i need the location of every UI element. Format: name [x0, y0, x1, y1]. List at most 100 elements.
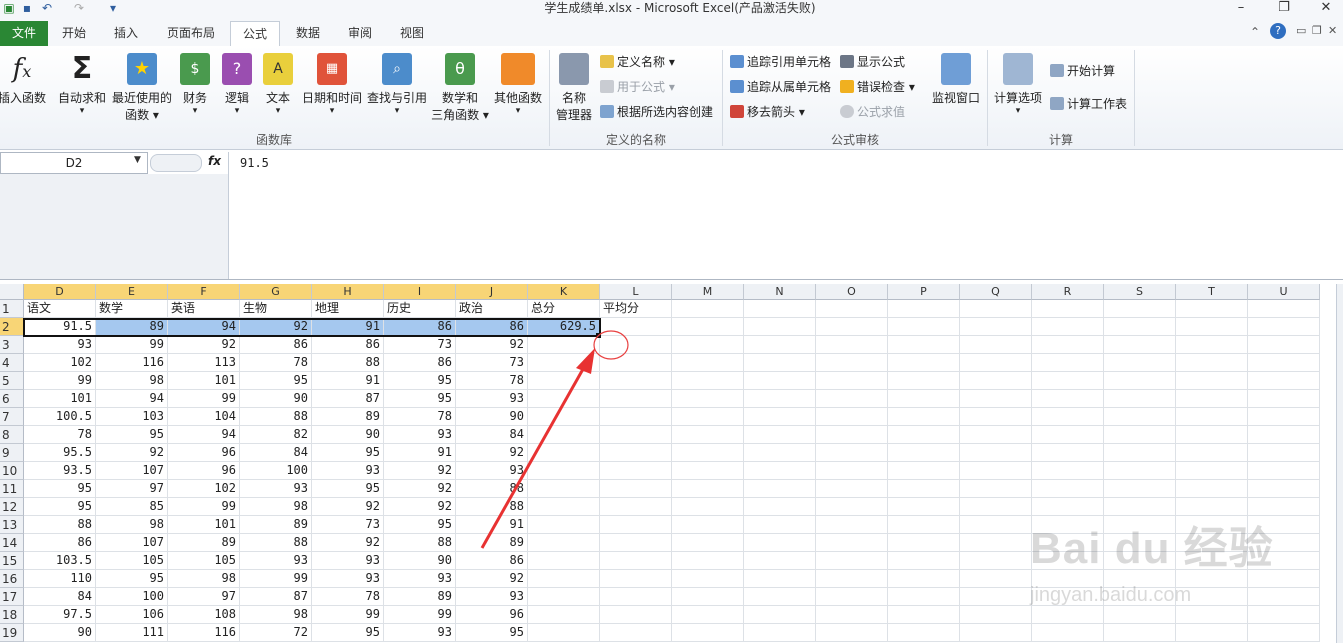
- data-cell[interactable]: [1104, 426, 1176, 444]
- data-cell[interactable]: [672, 588, 744, 606]
- data-cell[interactable]: 92: [456, 336, 528, 354]
- data-cell[interactable]: [960, 408, 1032, 426]
- row-header-6[interactable]: 6: [0, 390, 24, 408]
- data-cell[interactable]: [888, 516, 960, 534]
- data-cell[interactable]: 95: [384, 390, 456, 408]
- data-cell[interactable]: [1248, 534, 1320, 552]
- data-cell[interactable]: 98: [96, 372, 168, 390]
- data-cell[interactable]: [744, 552, 816, 570]
- data-cell[interactable]: [960, 354, 1032, 372]
- data-cell[interactable]: 99: [168, 498, 240, 516]
- data-cell[interactable]: [528, 624, 600, 642]
- data-cell[interactable]: [888, 444, 960, 462]
- data-cell[interactable]: 113: [168, 354, 240, 372]
- column-header-r[interactable]: R: [1032, 284, 1104, 300]
- data-cell[interactable]: 97.5: [24, 606, 96, 624]
- minimize-button[interactable]: –: [1227, 0, 1255, 18]
- data-cell[interactable]: 78: [240, 354, 312, 372]
- data-cell[interactable]: [672, 354, 744, 372]
- column-header-l[interactable]: L: [600, 284, 672, 300]
- data-cell[interactable]: [816, 516, 888, 534]
- calculate-now-button[interactable]: 开始计算: [1050, 63, 1115, 79]
- redo-icon[interactable]: ↷: [72, 1, 86, 15]
- data-cell[interactable]: [1248, 480, 1320, 498]
- data-cell[interactable]: [600, 444, 672, 462]
- data-cell[interactable]: 99: [96, 336, 168, 354]
- data-cell[interactable]: 97: [168, 588, 240, 606]
- data-cell[interactable]: [888, 372, 960, 390]
- data-cell[interactable]: [960, 372, 1032, 390]
- data-cell[interactable]: 96: [456, 606, 528, 624]
- data-cell[interactable]: 89: [456, 534, 528, 552]
- data-cell[interactable]: 95: [24, 480, 96, 498]
- data-cell[interactable]: 104: [168, 408, 240, 426]
- data-cell[interactable]: 86: [24, 534, 96, 552]
- workbook-minimize-icon[interactable]: ▭: [1296, 24, 1306, 37]
- data-cell[interactable]: [528, 426, 600, 444]
- data-cell[interactable]: [888, 426, 960, 444]
- data-cell[interactable]: [600, 318, 672, 336]
- data-cell[interactable]: [1248, 516, 1320, 534]
- more-functions-button[interactable]: 其他函数 ▾: [492, 53, 544, 116]
- data-cell[interactable]: [888, 480, 960, 498]
- math-trig-button[interactable]: θ 数学和 三角函数 ▾: [430, 53, 490, 123]
- header-cell[interactable]: [1032, 300, 1104, 318]
- data-cell[interactable]: 99: [168, 390, 240, 408]
- data-cell[interactable]: [888, 408, 960, 426]
- data-cell[interactable]: [816, 390, 888, 408]
- data-cell[interactable]: 116: [96, 354, 168, 372]
- data-cell[interactable]: [744, 336, 816, 354]
- data-cell[interactable]: [960, 606, 1032, 624]
- data-cell[interactable]: [1248, 354, 1320, 372]
- fill-handle[interactable]: [596, 333, 601, 338]
- data-cell[interactable]: [1176, 354, 1248, 372]
- data-cell[interactable]: 89: [384, 588, 456, 606]
- row-header-11[interactable]: 11: [0, 480, 24, 498]
- data-cell[interactable]: [1032, 480, 1104, 498]
- data-cell[interactable]: 111: [96, 624, 168, 642]
- data-cell[interactable]: 100.5: [24, 408, 96, 426]
- data-cell[interactable]: 98: [168, 570, 240, 588]
- data-cell[interactable]: 98: [96, 516, 168, 534]
- data-cell[interactable]: [600, 462, 672, 480]
- data-cell[interactable]: 93: [312, 552, 384, 570]
- tab-page-layout[interactable]: 页面布局: [158, 21, 224, 46]
- data-cell[interactable]: [1176, 606, 1248, 624]
- data-cell[interactable]: [1032, 570, 1104, 588]
- column-header-i[interactable]: I: [384, 284, 456, 300]
- column-header-u[interactable]: U: [1248, 284, 1320, 300]
- data-cell[interactable]: 90: [240, 390, 312, 408]
- data-cell[interactable]: 105: [168, 552, 240, 570]
- column-header-q[interactable]: Q: [960, 284, 1032, 300]
- row-header-18[interactable]: 18: [0, 606, 24, 624]
- workbook-restore-icon[interactable]: ❐: [1312, 24, 1322, 37]
- row-header-2[interactable]: 2: [0, 318, 24, 336]
- data-cell[interactable]: 103: [96, 408, 168, 426]
- data-cell[interactable]: [1176, 372, 1248, 390]
- data-cell[interactable]: [744, 516, 816, 534]
- data-cell[interactable]: 96: [168, 444, 240, 462]
- data-cell[interactable]: 78: [384, 408, 456, 426]
- data-cell[interactable]: 102: [24, 354, 96, 372]
- data-cell[interactable]: 93: [384, 570, 456, 588]
- data-cell[interactable]: [744, 588, 816, 606]
- data-cell[interactable]: 88: [456, 498, 528, 516]
- remove-arrows-button[interactable]: 移去箭头 ▾: [730, 104, 805, 120]
- data-cell[interactable]: 88: [456, 480, 528, 498]
- data-cell[interactable]: 78: [312, 588, 384, 606]
- data-cell[interactable]: [600, 570, 672, 588]
- data-cell[interactable]: 95: [384, 372, 456, 390]
- data-cell[interactable]: 107: [96, 534, 168, 552]
- row-header-8[interactable]: 8: [0, 426, 24, 444]
- data-cell[interactable]: [528, 606, 600, 624]
- data-cell[interactable]: [1104, 534, 1176, 552]
- data-cell[interactable]: [1032, 552, 1104, 570]
- data-cell[interactable]: 73: [456, 354, 528, 372]
- data-cell[interactable]: 101: [168, 516, 240, 534]
- data-cell[interactable]: 93: [24, 336, 96, 354]
- data-cell[interactable]: [672, 480, 744, 498]
- data-cell[interactable]: 93: [456, 390, 528, 408]
- name-manager-button[interactable]: 名称 管理器: [552, 53, 596, 123]
- header-cell[interactable]: [744, 300, 816, 318]
- data-cell[interactable]: 86: [384, 318, 456, 336]
